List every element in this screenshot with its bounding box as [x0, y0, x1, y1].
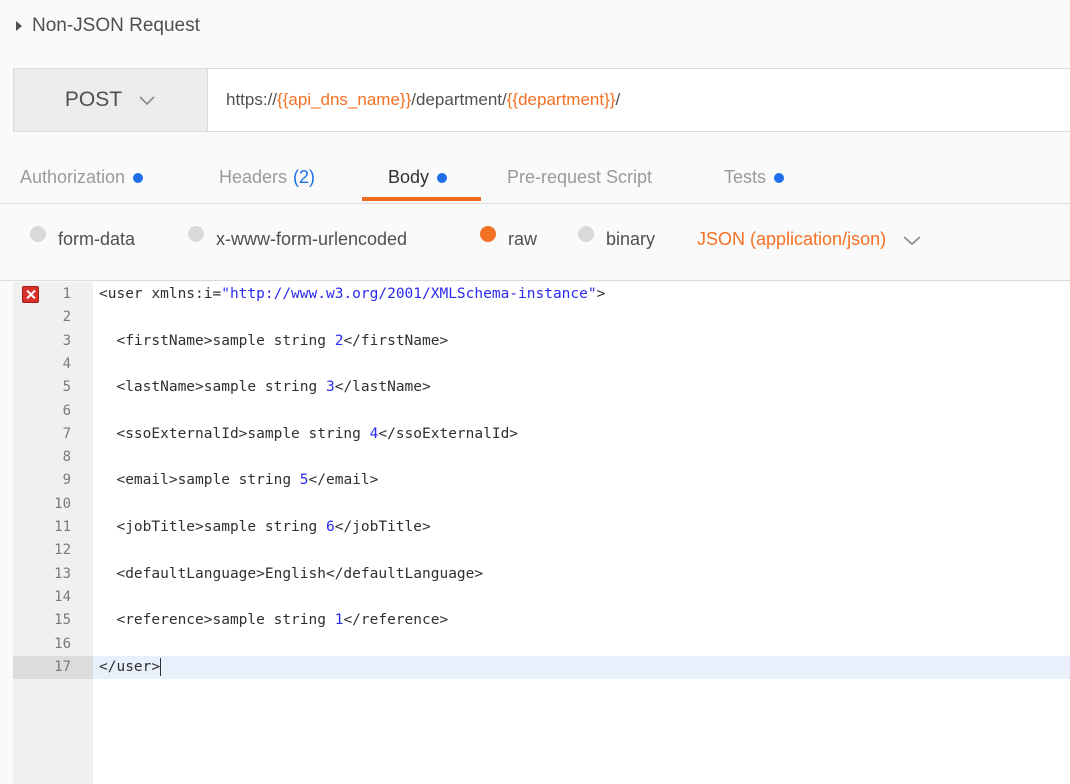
- line-number: 15: [54, 612, 71, 629]
- url-segment: /: [615, 90, 621, 109]
- code-line[interactable]: 7 <ssoExternalId>sample string 4</ssoExt…: [13, 423, 1070, 446]
- url-segment: https://: [226, 90, 278, 109]
- line-number: 13: [54, 565, 71, 582]
- radio-binary[interactable]: binary: [578, 225, 656, 250]
- tab-label: Body: [388, 167, 430, 187]
- line-number: 8: [62, 449, 71, 466]
- radio-label: raw: [508, 229, 538, 249]
- method-label: POST: [64, 88, 123, 111]
- request-tabs: Authorization Headers (2) Body Pre-reque…: [0, 152, 1070, 204]
- code-line[interactable]: 9 <email>sample string 5</email>: [13, 469, 1070, 492]
- code-text: <jobTitle>sample string 6</jobTitle>: [99, 519, 431, 535]
- url-variable: {{api_dns_name}}: [277, 90, 412, 109]
- line-number: 10: [54, 495, 71, 512]
- radio-icon: [30, 225, 46, 242]
- radio-x-www-form-urlencoded[interactable]: x-www-form-urlencoded: [188, 225, 408, 250]
- line-number: 12: [54, 542, 71, 559]
- tab-label: Pre-request Script: [507, 167, 653, 187]
- chevron-down-icon: [139, 96, 155, 106]
- line-number: 3: [62, 332, 71, 349]
- tab-headers[interactable]: Headers (2): [219, 152, 315, 203]
- code-line[interactable]: 2: [13, 306, 1070, 329]
- url-variable: {{department}}: [506, 90, 616, 109]
- code-line[interactable]: 17 </user>: [13, 655, 1070, 679]
- request-title[interactable]: Non-JSON Request: [16, 12, 200, 40]
- method-select[interactable]: POST: [14, 69, 208, 131]
- line-number: 16: [54, 635, 71, 652]
- content-type-label: JSON (application/json): [697, 229, 887, 249]
- content-type-dropdown[interactable]: JSON (application/json): [697, 229, 922, 250]
- code-line[interactable]: 3 <firstName>sample string 2</firstName>: [13, 330, 1070, 353]
- code-text: <user xmlns:i="http://www.w3.org/2001/XM…: [99, 286, 606, 302]
- code-text: <lastName>sample string 3</lastName>: [99, 379, 431, 396]
- url-segment: /department/: [411, 90, 507, 109]
- line-number: 11: [54, 519, 71, 535]
- line-number: 1: [62, 286, 71, 302]
- radio-icon: [188, 225, 204, 242]
- active-tab-indicator: [362, 197, 481, 201]
- code-text: <ssoExternalId>sample string 4</ssoExter…: [99, 425, 519, 442]
- line-number: 7: [62, 425, 71, 442]
- body-type-selector: form-data x-www-form-urlencoded raw bina…: [0, 205, 1070, 281]
- chevron-down-icon: [903, 235, 921, 245]
- code-text: <firstName>sample string 2</firstName>: [99, 332, 449, 349]
- tab-pre-request-script[interactable]: Pre-request Script: [507, 152, 652, 203]
- code-text: <reference>sample string 1</reference>: [99, 612, 449, 629]
- code-line[interactable]: 15 <reference>sample string 1</reference…: [13, 609, 1070, 632]
- tab-count: (2): [293, 167, 316, 187]
- code-line[interactable]: 6: [13, 400, 1070, 423]
- radio-label: form-data: [58, 229, 136, 249]
- line-number: 9: [62, 472, 71, 489]
- radio-form-data[interactable]: form-data: [30, 225, 136, 250]
- url-input[interactable]: https://{{api_dns_name}}/department/{{de…: [208, 69, 620, 131]
- code-line[interactable]: 1 <user xmlns:i="http://www.w3.org/2001/X…: [13, 283, 1070, 306]
- code-text: <defaultLanguage>English</defaultLanguag…: [99, 565, 484, 582]
- request-name: Non-JSON Request: [32, 15, 200, 36]
- tab-tests[interactable]: Tests: [724, 152, 785, 203]
- indicator-dot-icon: [437, 172, 448, 183]
- url-bar: POST https://{{api_dns_name}}/department…: [13, 68, 1070, 132]
- indicator-dot-icon: [133, 172, 144, 183]
- caret-right-icon[interactable]: [16, 21, 22, 31]
- radio-icon: [578, 225, 594, 242]
- code-line[interactable]: 11 <jobTitle>sample string 6</jobTitle>: [13, 516, 1070, 539]
- indicator-dot-icon: [774, 172, 785, 183]
- line-number: 4: [62, 355, 71, 372]
- code-line[interactable]: 10: [13, 493, 1070, 516]
- line-number: 2: [62, 309, 71, 326]
- line-number: 14: [54, 588, 71, 605]
- tab-authorization[interactable]: Authorization: [20, 152, 144, 203]
- code-line[interactable]: 14: [13, 586, 1070, 609]
- radio-raw[interactable]: raw: [480, 225, 538, 250]
- line-number: 6: [62, 402, 71, 419]
- radio-label: binary: [606, 229, 656, 249]
- code-line[interactable]: 5 <lastName>sample string 3</lastName>: [13, 376, 1070, 399]
- tab-label: Authorization: [20, 167, 126, 187]
- code-line[interactable]: 12: [13, 539, 1070, 562]
- tab-label: Headers: [219, 167, 288, 187]
- tab-body[interactable]: Body: [388, 152, 448, 203]
- radio-selected-icon: [480, 225, 496, 242]
- radio-label: x-www-form-urlencoded: [216, 229, 408, 249]
- code-line[interactable]: 13 <defaultLanguage>English</defaultLang…: [13, 563, 1070, 586]
- line-number: 17: [13, 655, 93, 679]
- code-text: </user>: [99, 657, 162, 676]
- code-line[interactable]: 4: [13, 353, 1070, 376]
- tab-label: Tests: [724, 167, 767, 187]
- text-cursor: [160, 657, 162, 676]
- code-editor[interactable]: 1 <user xmlns:i="http://www.w3.org/2001/X…: [13, 282, 1070, 784]
- code-line[interactable]: 16: [13, 633, 1070, 656]
- code-text: <email>sample string 5</email>: [99, 472, 379, 489]
- code-line[interactable]: 8: [13, 446, 1070, 469]
- line-number: 5: [62, 379, 71, 396]
